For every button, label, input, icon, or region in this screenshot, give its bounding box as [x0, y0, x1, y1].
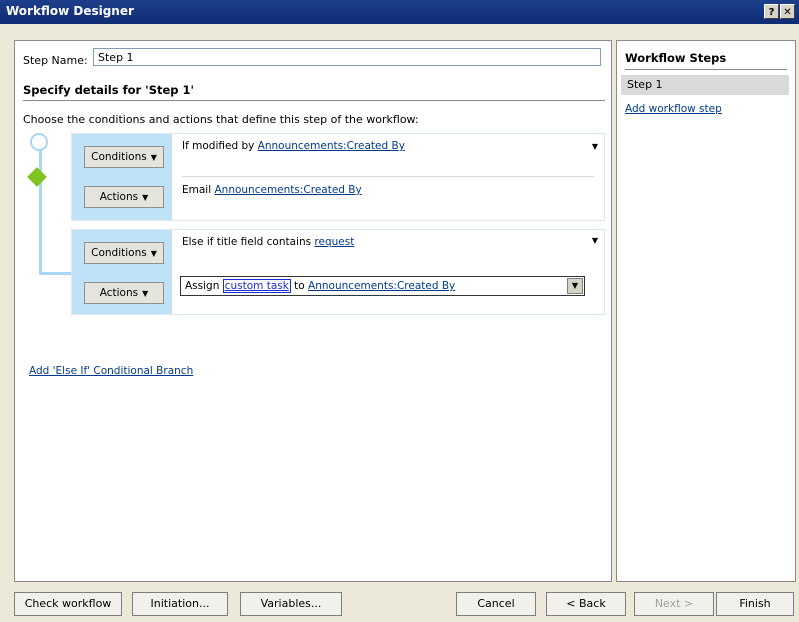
- condition-text: Else if title field contains request: [182, 236, 355, 248]
- branch-block-if: Conditions ▼ Actions ▼ If modified by Anno…: [71, 133, 605, 221]
- title-bar: Workflow Designer ? ✕: [0, 0, 799, 24]
- instructions-text: Choose the conditions and actions that d…: [23, 113, 419, 126]
- add-else-if-link[interactable]: Add 'Else If' Conditional Branch: [29, 365, 193, 377]
- action-text: Assign custom task to Announcements:Crea…: [185, 279, 456, 293]
- action-text: Email Announcements:Created By: [182, 184, 362, 196]
- workflow-step-label: Step 1: [627, 78, 663, 91]
- finish-button[interactable]: Finish: [716, 592, 794, 616]
- actions-button-label: Actions: [99, 191, 139, 203]
- step-name-input[interactable]: Step 1: [93, 48, 601, 66]
- action-edit-box[interactable]: Assign custom task to Announcements:Crea…: [180, 276, 585, 296]
- cancel-button[interactable]: Cancel: [456, 592, 536, 616]
- conditions-button-label: Conditions: [91, 247, 147, 259]
- check-workflow-button[interactable]: Check workflow: [14, 592, 122, 616]
- dropdown-arrow-icon: ▼: [150, 249, 157, 258]
- initiation-button[interactable]: Initiation...: [132, 592, 228, 616]
- section-divider: [23, 100, 605, 101]
- help-icon[interactable]: ?: [764, 4, 779, 19]
- step-name-label: Step Name:: [23, 54, 88, 67]
- section-title: Specify details for 'Step 1': [23, 83, 195, 97]
- actions-button-label: Actions: [99, 287, 139, 299]
- back-button[interactable]: < Back: [546, 592, 626, 616]
- add-workflow-step-link[interactable]: Add workflow step: [625, 103, 722, 115]
- condition-link[interactable]: Announcements:Created By: [258, 140, 405, 152]
- dropdown-arrow-icon: ▼: [150, 153, 157, 162]
- conditions-button[interactable]: Conditions ▼: [84, 146, 164, 168]
- action-dropdown-icon[interactable]: ▼: [567, 278, 583, 294]
- branch-menu-arrow-icon[interactable]: ▼: [592, 236, 598, 245]
- close-icon[interactable]: ✕: [780, 4, 795, 19]
- dropdown-arrow-icon: ▼: [142, 289, 149, 298]
- action-link[interactable]: Announcements:Created By: [308, 280, 455, 292]
- workflow-step-item[interactable]: Step 1: [621, 75, 789, 95]
- branch-block-else-if: Conditions ▼ Actions ▼ Else if title field…: [71, 229, 605, 315]
- condition-text: If modified by Announcements:Created By: [182, 140, 405, 152]
- row-divider: [182, 176, 594, 177]
- dropdown-arrow-icon: ▼: [142, 193, 149, 202]
- variables-button[interactable]: Variables...: [240, 592, 342, 616]
- action-link[interactable]: Announcements:Created By: [214, 184, 361, 196]
- custom-task-link[interactable]: custom task: [222, 279, 291, 293]
- condition-diamond-icon: [27, 167, 47, 187]
- actions-button[interactable]: Actions ▼: [84, 282, 164, 304]
- condition-link[interactable]: request: [314, 236, 354, 248]
- branch-connector-line: [39, 145, 42, 275]
- branch-menu-arrow-icon[interactable]: ▼: [592, 142, 598, 151]
- workflow-steps-divider: [625, 69, 787, 70]
- window-title: Workflow Designer: [6, 4, 134, 18]
- next-button[interactable]: Next >: [634, 592, 714, 616]
- step-details-pane: Step Name: Step 1 Specify details for 'S…: [14, 40, 612, 582]
- workflow-steps-title: Workflow Steps: [625, 51, 727, 65]
- conditions-button-label: Conditions: [91, 151, 147, 163]
- workflow-steps-pane: Workflow Steps Step 1 Add workflow step: [616, 40, 796, 582]
- start-node-icon: [30, 133, 48, 151]
- conditions-button[interactable]: Conditions ▼: [84, 242, 164, 264]
- actions-button[interactable]: Actions ▼: [84, 186, 164, 208]
